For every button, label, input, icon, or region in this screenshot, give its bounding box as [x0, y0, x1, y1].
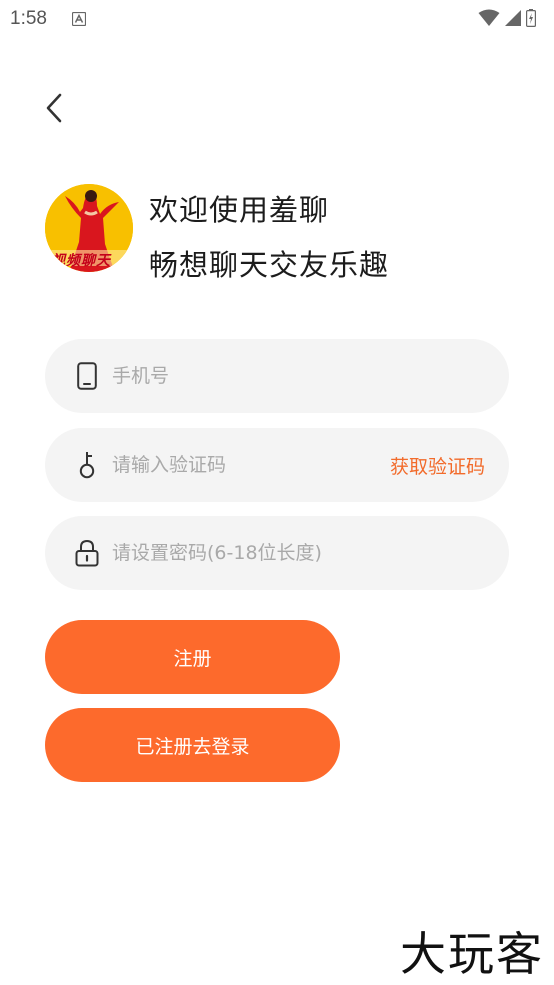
notification-a-icon	[71, 11, 87, 30]
back-button[interactable]	[36, 92, 72, 128]
status-time: 1:58	[10, 8, 47, 29]
phone-field[interactable]	[45, 339, 509, 413]
phone-icon	[72, 361, 102, 391]
key-icon	[72, 450, 102, 480]
lock-icon	[72, 538, 102, 568]
status-bar: 1:58	[0, 0, 554, 40]
get-code-button[interactable]: 获取验证码	[390, 452, 485, 479]
welcome-subtitle: 畅想聊天交友乐趣	[149, 248, 390, 282]
watermark-logo: 大玩客	[400, 927, 544, 981]
status-icons	[478, 9, 537, 31]
password-field[interactable]	[45, 516, 509, 590]
phone-input[interactable]	[112, 365, 509, 387]
password-input[interactable]	[112, 542, 509, 564]
code-field[interactable]: 获取验证码	[45, 428, 509, 502]
wifi-icon	[478, 9, 500, 31]
battery-icon	[526, 9, 537, 31]
app-logo: 视频聊天	[45, 184, 133, 272]
logo-text: 视频聊天	[51, 253, 111, 269]
chevron-left-icon	[44, 93, 64, 127]
go-login-button[interactable]: 已注册去登录	[45, 708, 340, 782]
register-button[interactable]: 注册	[45, 620, 340, 694]
signal-icon	[504, 9, 522, 31]
welcome-title: 欢迎使用羞聊	[149, 193, 330, 227]
code-input[interactable]	[112, 454, 390, 476]
